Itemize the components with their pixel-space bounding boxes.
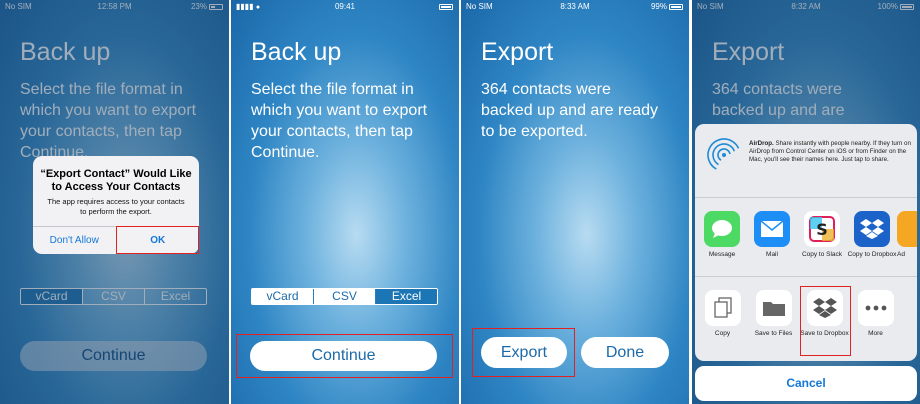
airdrop-description: AirDrop. Share instantly with people nea… xyxy=(749,140,915,164)
action-more[interactable]: More xyxy=(850,290,901,360)
segment-vcard[interactable]: vCard xyxy=(252,289,313,304)
share-app-mail[interactable]: Mail xyxy=(747,211,797,276)
status-time: 09:41 xyxy=(334,2,356,11)
app-label: Mail xyxy=(766,251,778,258)
export-status-text: 364 contacts were backed up and are read… xyxy=(481,81,659,140)
airdrop-icon xyxy=(707,138,741,172)
cancel-button[interactable]: Cancel xyxy=(695,366,917,401)
app-label: Copy to Dropbox xyxy=(847,251,897,258)
alert-title: “Export Contact” Would Like to Access Yo… xyxy=(40,168,192,193)
instructions-text: Select the file format in which you want… xyxy=(251,81,428,161)
alert-message: The app requires access to your contacts… xyxy=(47,197,185,216)
screen-backup-permission: No SIM 12:58 PM 23% Back up Select the f… xyxy=(0,0,229,404)
screen-export-ready: No SIM 8:33 AM 99% Export 364 contacts w… xyxy=(461,0,689,404)
action-label: Save to Files xyxy=(754,330,793,337)
battery-icon xyxy=(669,3,683,10)
ok-highlight-box xyxy=(116,226,199,254)
airdrop-name: AirDrop. xyxy=(749,140,774,147)
copy-icon xyxy=(704,290,741,326)
screen-share-sheet: No SIM 8:32 AM 100% Export 364 contacts … xyxy=(692,0,920,404)
segment-excel[interactable]: Excel xyxy=(375,289,437,304)
dropbox-icon xyxy=(854,211,890,247)
message-icon xyxy=(704,211,740,247)
segment-csv[interactable]: CSV xyxy=(313,289,375,304)
share-app-partial[interactable]: Ad xyxy=(897,211,917,276)
format-segmented-control: vCard CSV Excel xyxy=(251,288,438,305)
app-label: Ad xyxy=(897,251,905,258)
status-bar: ▮▮▮▮ ● 09:41 xyxy=(231,0,459,14)
app-label: Copy to Slack xyxy=(801,251,843,258)
airdrop-text: Share instantly with people nearby. If t… xyxy=(749,140,911,163)
battery-icon xyxy=(439,3,453,10)
action-save-to-files[interactable]: Save to Files xyxy=(748,290,799,360)
battery-percent: 99% xyxy=(650,2,667,11)
page-title: Export xyxy=(481,38,554,66)
page-title: Back up xyxy=(251,38,342,66)
screen-backup-format: ▮▮▮▮ ● 09:41 Back up Select the file for… xyxy=(231,0,459,404)
share-app-dropbox[interactable]: Copy to Dropbox xyxy=(847,211,897,276)
done-button[interactable]: Done xyxy=(581,337,669,368)
folder-icon xyxy=(755,290,792,326)
battery-indicator xyxy=(437,2,453,11)
partial-app-icon xyxy=(897,211,917,247)
action-label: More xyxy=(868,330,883,337)
share-app-message[interactable]: Message xyxy=(697,211,747,276)
save-to-dropbox-highlight-box xyxy=(800,286,851,356)
battery-indicator: 99% xyxy=(651,2,683,11)
share-apps-row: Message Mail S Copy to Slack Copy to Dro… xyxy=(695,211,917,277)
more-icon xyxy=(857,290,894,326)
action-label: Copy xyxy=(714,330,731,337)
action-copy[interactable]: Copy xyxy=(697,290,748,360)
dont-allow-button[interactable]: Don't Allow xyxy=(33,227,116,254)
mail-icon xyxy=(754,211,790,247)
continue-highlight-box xyxy=(236,334,453,378)
export-highlight-box xyxy=(472,328,575,377)
airdrop-section[interactable]: AirDrop. Share instantly with people nea… xyxy=(695,124,917,198)
svg-text:S: S xyxy=(816,220,828,239)
status-bar: No SIM 8:33 AM 99% xyxy=(461,0,689,14)
app-label: Message xyxy=(708,251,736,258)
slack-icon: S xyxy=(804,211,840,247)
share-app-slack[interactable]: S Copy to Slack xyxy=(797,211,847,276)
